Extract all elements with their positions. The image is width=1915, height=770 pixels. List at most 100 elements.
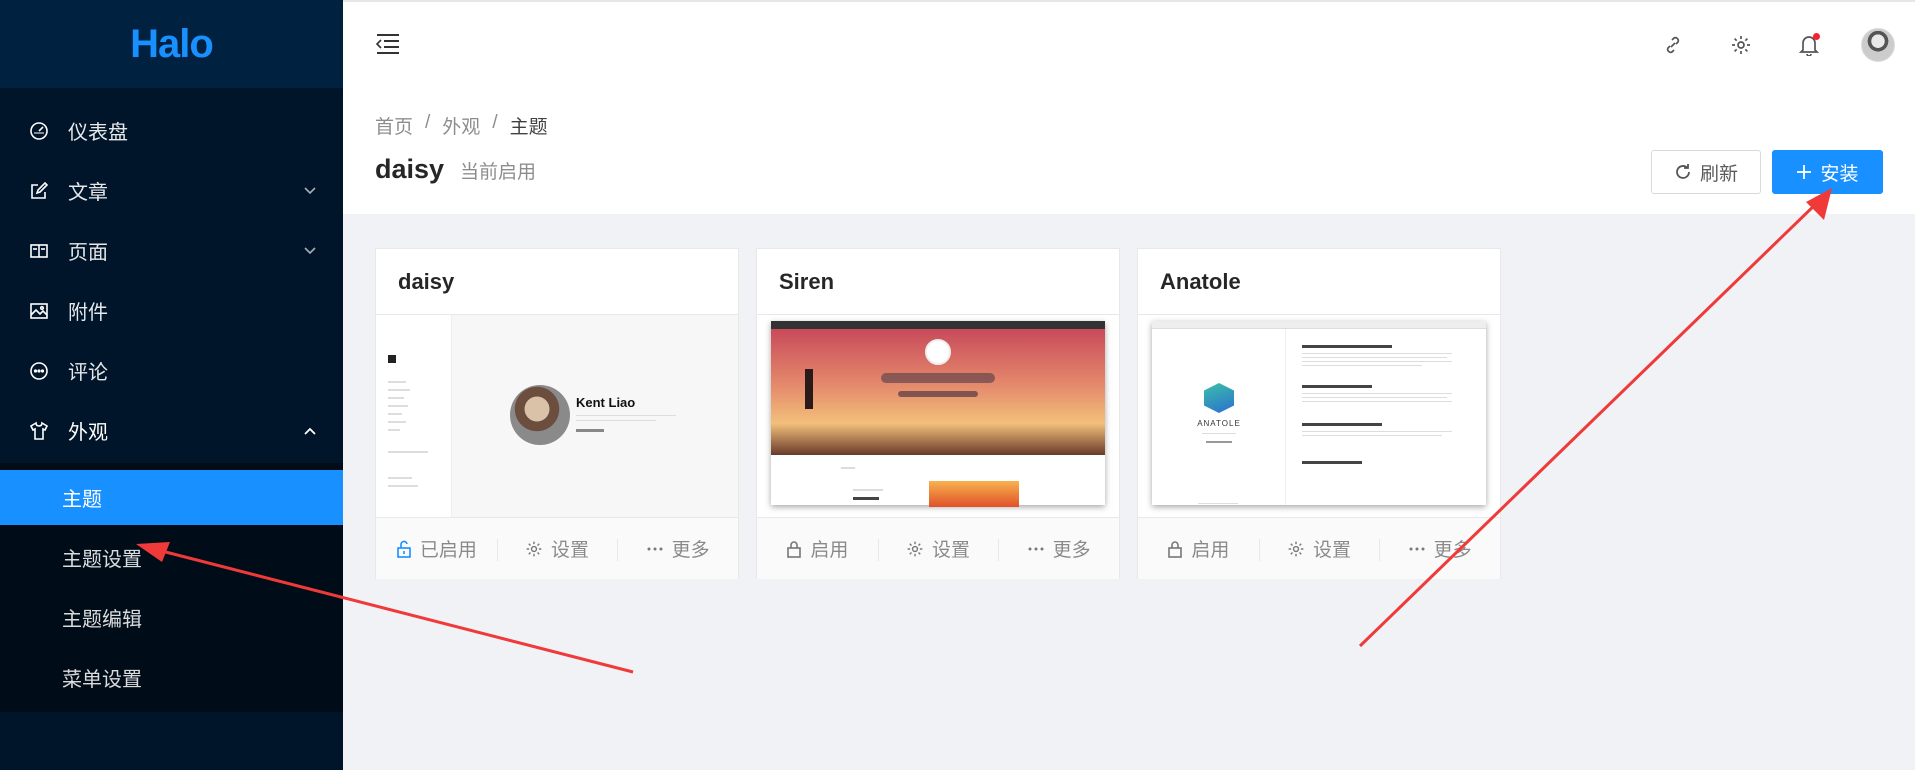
- breadcrumb-appearance[interactable]: 外观: [442, 112, 480, 139]
- unlock-icon: [397, 540, 411, 558]
- sidebar-item-posts[interactable]: 文章: [0, 163, 343, 218]
- chevron-down-icon: [303, 184, 317, 198]
- cover-sidebar: [376, 315, 452, 517]
- cover-author-name: Kent Liao: [576, 395, 636, 410]
- page-subtitle: 当前启用: [460, 162, 537, 183]
- brand-text: Halo: [130, 21, 214, 66]
- sidebar-subitem-themes[interactable]: 主题: [0, 470, 343, 525]
- page-title-row: daisy 当前启用: [375, 154, 536, 185]
- sidebar-item-label: 文章: [68, 182, 108, 204]
- sidebar-subitem-theme-editor[interactable]: 主题编辑: [0, 590, 343, 645]
- card-actions: 启用 设置 更多: [1138, 517, 1500, 579]
- chevron-up-icon: [303, 424, 317, 438]
- more-button[interactable]: 更多: [617, 535, 738, 562]
- more-button[interactable]: 更多: [1379, 535, 1500, 562]
- book-icon: [28, 240, 50, 262]
- sidebar-item-label: 外观: [68, 422, 108, 444]
- bell-icon[interactable]: [1795, 31, 1823, 59]
- settings-label: 设置: [551, 540, 590, 561]
- breadcrumb: 首页 / 外观 / 主题: [375, 112, 548, 139]
- install-button[interactable]: 安装: [1772, 150, 1883, 194]
- sidebar-item-label: 仪表盘: [68, 122, 128, 144]
- menu-fold-icon[interactable]: [373, 32, 401, 56]
- theme-cover[interactable]: Kent Liao: [376, 315, 738, 517]
- logo[interactable]: Halo: [0, 0, 343, 88]
- sidebar-item-dashboard[interactable]: 仪表盘: [0, 103, 343, 158]
- cover-left-panel: ANATOLE: [1152, 329, 1286, 505]
- enable-label: 已启用: [419, 540, 477, 561]
- enable-button[interactable]: 启用: [1138, 535, 1259, 562]
- cover-preview: ANATOLE: [1152, 321, 1486, 505]
- ellipsis-icon: [1409, 547, 1425, 550]
- settings-label: 设置: [932, 540, 971, 561]
- top-header: [343, 0, 1915, 88]
- chevron-down-icon: [303, 244, 317, 258]
- sidebar-item-comments[interactable]: 评论: [0, 343, 343, 398]
- theme-card-anatole: Anatole ANATOLE 启用 设置 更多: [1137, 248, 1501, 579]
- theme-name: Anatole: [1138, 249, 1500, 315]
- lock-icon: [1168, 540, 1183, 558]
- sidebar-item-attachments[interactable]: 附件: [0, 283, 343, 338]
- sidebar: Halo 仪表盘 文章 页面 附件 评论 外观 主题 主题设置 主题编辑 菜单设…: [0, 0, 343, 770]
- ellipsis-icon: [647, 547, 663, 550]
- avatar[interactable]: [1861, 28, 1895, 62]
- theme-name: daisy: [376, 249, 738, 315]
- enable-button[interactable]: 启用: [757, 535, 878, 562]
- sidebar-subitem-theme-settings[interactable]: 主题设置: [0, 530, 343, 585]
- more-label: 更多: [1433, 540, 1472, 561]
- settings-button[interactable]: 设置: [877, 535, 999, 562]
- settings-button[interactable]: 设置: [496, 535, 618, 562]
- settings-button[interactable]: 设置: [1258, 535, 1380, 562]
- dashboard-icon: [28, 120, 50, 142]
- card-actions: 启用 设置 更多: [757, 517, 1119, 579]
- breadcrumb-home[interactable]: 首页: [375, 112, 413, 139]
- header-actions: [1619, 28, 1895, 62]
- breadcrumb-current: 主题: [509, 117, 548, 138]
- breadcrumb-separator: /: [492, 112, 498, 133]
- breadcrumb-separator: /: [425, 112, 431, 133]
- cover-hero-image: [771, 329, 1105, 455]
- page-header: 首页 / 外观 / 主题 daisy 当前启用 刷新 安装: [343, 88, 1915, 214]
- enable-label: 启用: [810, 540, 849, 561]
- enable-label: 启用: [1191, 540, 1230, 561]
- gear-icon[interactable]: [1727, 31, 1755, 59]
- refresh-label: 刷新: [1699, 163, 1738, 185]
- plus-icon: [1797, 165, 1812, 179]
- cover-preview: [771, 321, 1105, 507]
- theme-card-daisy: daisy Kent Liao 已启用 设置 更多: [375, 248, 739, 579]
- cover-post-thumbnail: [929, 481, 1019, 507]
- card-actions: 已启用 设置 更多: [376, 517, 738, 579]
- more-label: 更多: [1052, 540, 1091, 561]
- more-button[interactable]: 更多: [998, 535, 1119, 562]
- sidebar-menu: 仪表盘 文章 页面 附件 评论 外观 主题 主题设置 主题编辑 菜单设置: [0, 88, 343, 712]
- reload-icon: [1676, 164, 1690, 179]
- gear-icon: [907, 541, 923, 556]
- theme-cover[interactable]: ANATOLE: [1138, 315, 1500, 517]
- sidebar-item-appearance[interactable]: 外观: [0, 403, 343, 458]
- settings-label: 设置: [1313, 540, 1352, 561]
- sidebar-item-label: 页面: [68, 242, 108, 264]
- comment-icon: [28, 360, 50, 382]
- cover-author-avatar: [510, 385, 570, 445]
- cover-browser-bar: [771, 321, 1105, 329]
- picture-icon: [28, 300, 50, 322]
- sidebar-subitem-menu-settings[interactable]: 菜单设置: [0, 650, 343, 705]
- sidebar-item-pages[interactable]: 页面: [0, 223, 343, 278]
- enabled-button[interactable]: 已启用: [376, 535, 497, 562]
- sidebar-item-label: 评论: [68, 362, 108, 384]
- cover-logo-text: ANATOLE: [1197, 419, 1241, 428]
- edit-icon: [28, 180, 50, 202]
- more-label: 更多: [671, 540, 710, 561]
- skin-icon: [28, 420, 50, 442]
- theme-name: Siren: [757, 249, 1119, 315]
- link-icon[interactable]: [1659, 31, 1687, 59]
- install-label: 安装: [1820, 163, 1859, 185]
- theme-card-siren: Siren 启用 设置 更多: [756, 248, 1120, 579]
- cover-main: Kent Liao: [452, 315, 738, 517]
- theme-cover[interactable]: [757, 315, 1119, 517]
- sidebar-item-label: 附件: [68, 302, 108, 324]
- page-title: daisy: [375, 154, 445, 184]
- gear-icon: [1288, 541, 1304, 556]
- refresh-button[interactable]: 刷新: [1651, 150, 1761, 194]
- ellipsis-icon: [1028, 547, 1044, 550]
